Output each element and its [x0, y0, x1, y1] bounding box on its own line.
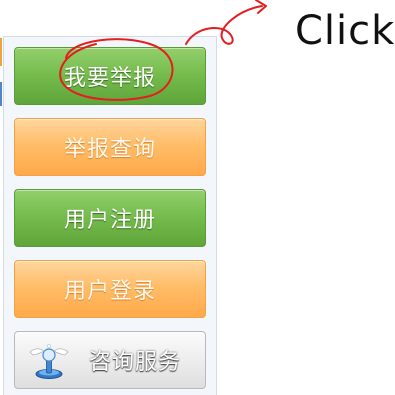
user-register-button-label: 用户注册: [63, 208, 156, 233]
adjacent-panel-edge: [0, 82, 2, 106]
click-annotation-text: Click: [295, 8, 395, 54]
user-register-button[interactable]: 用户注册: [14, 189, 206, 247]
user-login-button-label: 用户登录: [63, 279, 156, 304]
arrow-head: [255, 0, 267, 14]
consultation-service-button-label: 咨询服务: [89, 350, 182, 375]
report-button-label: 我要举报: [63, 66, 156, 91]
consultation-service-button[interactable]: 咨询服务: [14, 331, 206, 389]
report-query-button[interactable]: 举报查询: [14, 118, 206, 176]
service-menu-panel: 我要举报 举报查询 用户注册 用户登录 咨询服务: [3, 36, 217, 395]
report-query-button-label: 举报查询: [63, 137, 156, 162]
adjacent-tab-edge: [0, 38, 2, 66]
consultation-service-icon: [27, 338, 71, 382]
report-button[interactable]: 我要举报: [14, 47, 206, 105]
page: 我要举报 举报查询 用户注册 用户登录 咨询服务 Click: [0, 0, 395, 395]
user-login-button[interactable]: 用户登录: [14, 260, 206, 318]
